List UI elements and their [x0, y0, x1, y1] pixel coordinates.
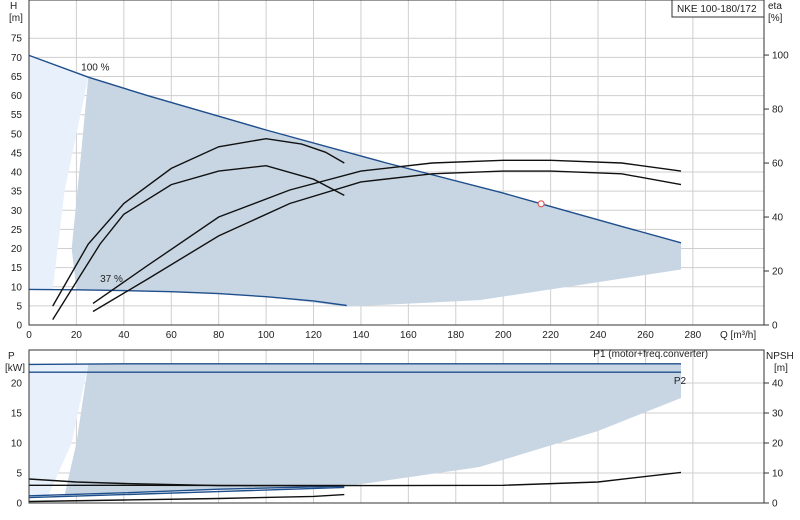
bottom-left-tick-label: 20: [11, 379, 23, 390]
top-left-tick-label: 20: [11, 244, 23, 255]
top-left-tick-label: 10: [11, 282, 23, 293]
top-panel: 0 5 10 15 20 25 30 35 40 45 50 55 60 65 70 75 0 20 40 60 80…: [9, 0, 789, 341]
top-x-axis: 0 20 40 60 80 100 120 140 160 180 200 220 240 260 280: [26, 330, 701, 341]
top-left-axis-unit: [m]: [9, 13, 23, 24]
bottom-series-label: P1 (motor+freq.converter): [593, 349, 708, 360]
bottom-right-tick-label: 20: [772, 439, 784, 450]
top-x-tick-label: 120: [305, 330, 322, 341]
top-x-tick-label: 260: [637, 330, 654, 341]
top-left-tick-label: 45: [11, 148, 23, 159]
bottom-areas: [29, 363, 682, 497]
bottom-left-tick-label: 0: [16, 499, 22, 510]
bottom-panel: 0 5 10 15 20 0 10 20 30 40 P1 (motor+freq.conver…: [5, 349, 794, 509]
chart-title: NKE 100-180/172: [677, 4, 757, 15]
top-right-tick-label: 0: [772, 321, 778, 332]
top-x-tick-label: 100: [258, 330, 275, 341]
top-x-tick-label: 20: [71, 330, 83, 341]
top-right-tick-label: 100: [772, 51, 789, 62]
top-x-axis-label: Q [m³/h]: [720, 330, 756, 341]
bottom-left-axis: 0 5 10 15 20: [11, 379, 23, 510]
top-left-tick-label: 75: [11, 34, 23, 45]
top-right-tick-label: 20: [772, 267, 784, 278]
bottom-right-axis-label: NPSH: [766, 351, 794, 362]
top-left-tick-label: 0: [16, 321, 22, 332]
top-left-tick-label: 15: [11, 263, 23, 274]
bottom-right-tick-label: 10: [772, 469, 784, 480]
top-left-tick-label: 65: [11, 72, 23, 83]
top-x-tick-label: 180: [447, 330, 464, 341]
top-areas: [29, 55, 682, 307]
bottom-left-tick-label: 10: [11, 439, 23, 450]
top-annotation: 37 %: [100, 274, 123, 285]
top-left-tick-label: 35: [11, 187, 23, 198]
bottom-area-main: [64, 363, 682, 496]
top-right-axis-label: eta: [768, 1, 782, 12]
bottom-left-tick-label: 5: [16, 469, 22, 480]
top-left-tick-label: 50: [11, 129, 23, 140]
top-area-main: [71, 77, 682, 307]
top-left-tick-label: 70: [11, 53, 23, 64]
top-left-tick-label: 30: [11, 206, 23, 217]
top-left-tick-label: 25: [11, 225, 23, 236]
operating-point: [537, 200, 545, 208]
top-x-tick-label: 220: [542, 330, 559, 341]
top-x-tick-label: 140: [353, 330, 370, 341]
bottom-right-tick-label: 0: [772, 499, 778, 510]
bottom-right-axis: 0 10 20 30 40: [764, 379, 784, 510]
top-left-tick-label: 5: [16, 301, 22, 312]
top-right-axis: 0 20 40 60 80 100: [764, 51, 789, 332]
top-x-tick-label: 80: [213, 330, 225, 341]
top-x-tick-label: 280: [685, 330, 702, 341]
bottom-left-tick-label: 15: [11, 409, 23, 420]
top-x-tick-label: 60: [166, 330, 178, 341]
top-right-tick-label: 40: [772, 213, 784, 224]
bottom-right-tick-label: 40: [772, 379, 784, 390]
bottom-curve-P1_max: [28, 363, 681, 366]
top-right-tick-label: 80: [772, 105, 784, 116]
top-left-axis-label: H: [10, 1, 17, 12]
bottom-series-label: P2: [674, 376, 687, 387]
top-x-tick-label: 240: [590, 330, 607, 341]
top-x-tick-label: 40: [118, 330, 130, 341]
top-x-tick-label: 0: [26, 330, 32, 341]
top-annotation: 100 %: [81, 63, 109, 74]
bottom-right-axis-unit: [m]: [774, 363, 788, 374]
top-left-axis: 0 5 10 15 20 25 30 35 40 45 50 55 60 65 70 75: [11, 34, 23, 332]
pump-curve-chart: 051015202530354045505560657075 020406080…: [5, 0, 794, 510]
bottom-right-tick-label: 30: [772, 409, 784, 420]
top-x-tick-label: 160: [400, 330, 417, 341]
top-left-tick-label: 60: [11, 91, 23, 102]
top-right-tick-label: 60: [772, 159, 784, 170]
top-left-tick-label: 55: [11, 110, 23, 121]
top-left-tick-label: 40: [11, 168, 23, 179]
top-right-axis-unit: [%]: [768, 13, 783, 24]
bottom-left-axis-unit: [kW]: [5, 363, 25, 374]
bottom-left-axis-label: P: [8, 351, 15, 362]
top-x-tick-label: 200: [495, 330, 512, 341]
